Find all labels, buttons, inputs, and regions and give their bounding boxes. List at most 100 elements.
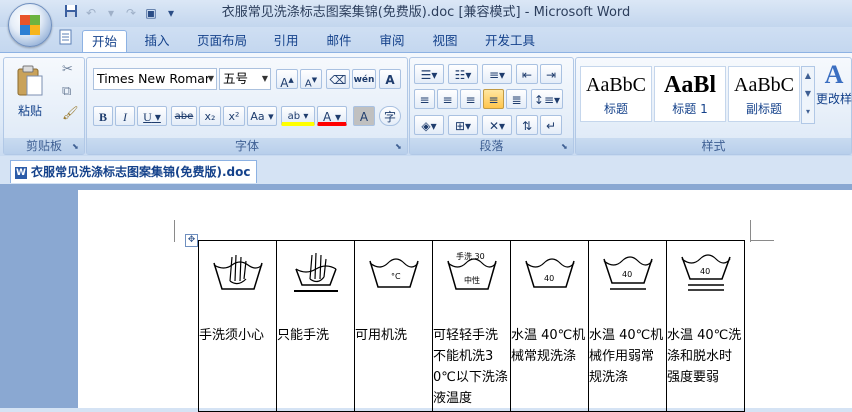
align-center-icon[interactable]: ≡	[437, 89, 458, 109]
style-title-sample: AaBbC	[586, 74, 646, 96]
symbol-cell[interactable]: 手洗须小心	[198, 240, 277, 412]
clipboard-launcher-icon[interactable]: ⬊	[72, 142, 82, 152]
highlight-label: ab	[287, 111, 301, 122]
table-move-handle-icon[interactable]: ✥	[185, 234, 198, 247]
hand-wash-careful-icon	[212, 254, 263, 290]
margin-mark	[174, 220, 175, 242]
symbol-cell[interactable]: 手洗 30 中性 可轻轻手洗不能机洗30℃以下洗涤液温度	[432, 240, 511, 412]
symbol-cell[interactable]: °C 可用机洗	[354, 240, 433, 412]
change-styles-button[interactable]: A 更改样	[816, 60, 852, 124]
underline-button[interactable]: U ▾	[137, 106, 167, 126]
change-case-button[interactable]: Aa ▾	[247, 106, 277, 126]
char-border-icon[interactable]: A	[379, 69, 401, 89]
align-right-icon[interactable]: ≡	[460, 89, 481, 109]
copy-icon[interactable]: ⧉	[62, 84, 71, 99]
sort-icon[interactable]: ⇅	[516, 115, 538, 135]
gentle-hand-wash-30-icon: 手洗 30 中性	[446, 251, 497, 290]
font-size-combo[interactable]: 五号 ▼	[219, 68, 271, 90]
font-group-label: 字体	[87, 138, 407, 154]
enclosed-char-button[interactable]: 字	[379, 106, 401, 126]
document-tab[interactable]: W 衣服常见洗涤标志图案集锦(免费版).doc	[10, 160, 258, 183]
grow-font-button[interactable]: A▲	[276, 69, 298, 90]
font-color-label: A	[322, 110, 332, 124]
change-styles-label: 更改样	[816, 92, 852, 106]
tab-insert[interactable]: 插入	[137, 30, 177, 52]
chevron-down-icon: ▼	[207, 74, 214, 83]
symbol-description: 水温 40℃机械常规洗涤	[511, 328, 586, 364]
decrease-indent-icon[interactable]: ⇤	[516, 64, 538, 84]
symbol-cell[interactable]: 40 水温 40℃洗涤和脱水时强度要弱	[666, 240, 745, 412]
tab-page-layout[interactable]: 页面布局	[190, 30, 254, 52]
line-spacing-icon[interactable]: ↕≡▾	[531, 89, 563, 109]
tab-review[interactable]: 审阅	[372, 30, 412, 52]
font-group: Times New Romar ▼ 五号 ▼ A▲ A▼ ⌫ wén A B I…	[86, 57, 408, 155]
style-subtitle-sample: AaBbC	[734, 74, 794, 96]
hand-wash-only-icon	[293, 252, 338, 292]
style-subtitle[interactable]: AaBbC 副标题	[728, 66, 800, 122]
paragraph-launcher-icon[interactable]: ⬊	[561, 142, 571, 152]
document-page[interactable]: ✥ 手洗须小心 只能手洗 °C 可用机洗 手洗 30 中性 可轻轻手洗不能机洗3…	[78, 190, 852, 412]
tab-developer[interactable]: 开发工具	[478, 30, 542, 52]
chinese-layout-icon[interactable]: ✕▾	[482, 115, 512, 135]
clear-format-icon[interactable]: ⌫	[326, 69, 350, 89]
symbol-cell[interactable]: 40 水温 40℃机械常规洗涤	[510, 240, 589, 412]
title-bar: ↶ ▾ ↷ ▣ ▾ 衣服常见洗涤标志图案集锦(免费版).doc [兼容模式] -…	[0, 0, 852, 27]
shrink-font-button[interactable]: A▼	[300, 69, 322, 89]
font-size-value: 五号	[223, 71, 249, 86]
styles-scroll[interactable]: ▲ ▼ ▾	[801, 66, 815, 124]
document-tab-bar: W 衣服常见洗涤标志图案集锦(免费版).doc	[0, 156, 852, 184]
tab-home[interactable]: 开始	[82, 30, 127, 53]
symbol-description: 水温 40℃机械作用弱常规洗涤	[589, 328, 664, 385]
margin-mark	[750, 220, 751, 242]
paste-button[interactable]: 粘贴	[12, 62, 48, 124]
tab-references[interactable]: 引用	[266, 30, 306, 52]
table-row: 手洗须小心 只能手洗 °C 可用机洗 手洗 30 中性 可轻轻手洗不能机洗30℃…	[198, 240, 745, 412]
borders-icon[interactable]: ⊞▾	[448, 115, 478, 135]
margin-mark	[750, 240, 774, 241]
style-heading-1[interactable]: AaBl 标题 1	[654, 66, 726, 122]
increase-indent-icon[interactable]: ⇥	[540, 64, 562, 84]
symbol-cell[interactable]: 40 水温 40℃机械作用弱常规洗涤	[588, 240, 667, 412]
wash-40-very-gentle-icon: 40	[680, 254, 731, 291]
tab-view[interactable]: 视图	[425, 30, 465, 52]
symbol-description: 可轻轻手洗不能机洗30℃以下洗涤液温度	[433, 328, 508, 406]
bold-button[interactable]: B	[93, 106, 113, 126]
office-button[interactable]	[8, 3, 52, 47]
format-painter-icon[interactable]: 🖌	[62, 106, 79, 121]
font-name-combo[interactable]: Times New Romar ▼	[93, 68, 217, 90]
superscript-button[interactable]: x²	[223, 106, 245, 126]
show-marks-icon[interactable]: ↵	[540, 115, 562, 135]
char-shading-button[interactable]: A	[353, 106, 375, 126]
numbering-icon[interactable]: ☷▾	[448, 64, 478, 84]
multilevel-list-icon[interactable]: ≡▾	[482, 64, 512, 84]
style-subtitle-name: 副标题	[745, 102, 782, 116]
symbol-cell[interactable]: 只能手洗	[276, 240, 355, 412]
distributed-icon[interactable]: ≣	[506, 89, 527, 109]
phonetic-guide-button[interactable]: wén	[352, 69, 376, 89]
icon-temperature-text: 40	[700, 267, 710, 276]
icon-temperature-text: 40	[544, 274, 554, 283]
window-title: 衣服常见洗涤标志图案集锦(免费版).doc [兼容模式] - Microsoft…	[221, 5, 631, 20]
style-title[interactable]: AaBbC 标题	[580, 66, 652, 122]
office-logo-icon	[20, 15, 40, 35]
align-left-icon[interactable]: ≡	[414, 89, 435, 109]
shading-icon[interactable]: ◈▾	[414, 115, 444, 135]
style-heading-1-name: 标题 1	[672, 102, 708, 116]
cut-icon[interactable]: ✂	[62, 62, 73, 77]
strikethrough-button[interactable]: abe	[171, 106, 197, 126]
font-name-value: Times New Romar	[97, 71, 211, 86]
bullets-icon[interactable]: ☰▾	[414, 64, 444, 84]
tab-mailings[interactable]: 邮件	[319, 30, 359, 52]
font-color-button[interactable]: A ▾	[317, 106, 347, 126]
justify-icon[interactable]: ≡	[483, 89, 504, 109]
subscript-button[interactable]: x₂	[199, 106, 221, 126]
icon-bottom-text: 中性	[464, 275, 480, 285]
italic-button[interactable]: I	[115, 106, 135, 126]
document-tab-label: 衣服常见洗涤标志图案集锦(免费版).doc	[31, 165, 251, 179]
ribbon: 粘贴 ✂ ⧉ 🖌 剪贴板 ⬊ Times New Romar ▼ 五号 ▼ A▲…	[0, 52, 852, 157]
highlight-button[interactable]: ab ▾	[281, 106, 315, 126]
paste-icon	[17, 65, 43, 96]
svg-text:°C: °C	[391, 272, 401, 281]
document-icon	[59, 29, 72, 45]
font-launcher-icon[interactable]: ⬊	[395, 142, 405, 152]
